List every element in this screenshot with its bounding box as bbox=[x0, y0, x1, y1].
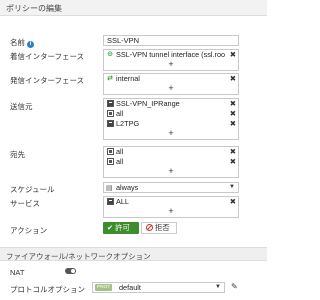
add-button[interactable]: + bbox=[104, 84, 238, 94]
source-list[interactable]: SSL-VPN_IPRange ✖ all ✖ L2TPG ✖ + bbox=[103, 98, 239, 140]
list-item[interactable]: all ✖ bbox=[104, 147, 238, 157]
outgoing-interface-list[interactable]: ⇄ internal ✖ + bbox=[103, 73, 239, 95]
remove-icon[interactable]: ✖ bbox=[230, 74, 236, 84]
address-icon bbox=[106, 158, 114, 166]
accept-button[interactable]: ✔ 許可 bbox=[103, 222, 139, 234]
action-label: アクション bbox=[10, 226, 48, 235]
remove-icon[interactable]: ✖ bbox=[230, 119, 236, 129]
list-item[interactable]: all ✖ bbox=[104, 157, 238, 167]
remove-icon[interactable]: ✖ bbox=[230, 157, 236, 167]
list-item[interactable]: ⊙ SSL-VPN tunnel interface (ssl.roo ✖ bbox=[104, 50, 238, 60]
list-item[interactable]: L2TPG ✖ bbox=[104, 119, 238, 129]
remove-icon[interactable]: ✖ bbox=[230, 99, 236, 109]
service-label: サービス bbox=[10, 199, 40, 208]
deny-icon bbox=[146, 224, 153, 231]
add-button[interactable]: + bbox=[104, 60, 238, 70]
schedule-select[interactable]: ▤ always ▼ bbox=[103, 182, 239, 193]
outgoing-interface-label: 発信インターフェース bbox=[10, 76, 85, 85]
protocol-badge: PROT bbox=[95, 284, 113, 291]
title-bar: ポリシーの編集 bbox=[0, 0, 267, 16]
list-item[interactable]: SSL-VPN_IPRange ✖ bbox=[104, 99, 238, 109]
list-item[interactable]: ⇄ internal ✖ bbox=[104, 74, 238, 84]
add-button[interactable]: + bbox=[104, 207, 238, 217]
remove-icon[interactable]: ✖ bbox=[230, 147, 236, 157]
address-range-icon bbox=[106, 100, 114, 108]
schedule-label: スケジュール bbox=[10, 185, 55, 194]
incoming-interface-list[interactable]: ⊙ SSL-VPN tunnel interface (ssl.roo ✖ + bbox=[103, 49, 239, 71]
chevron-down-icon: ▼ bbox=[215, 284, 221, 290]
name-input[interactable]: SSL-VPN bbox=[103, 35, 239, 46]
service-icon bbox=[106, 198, 114, 206]
remove-icon[interactable]: ✖ bbox=[230, 50, 236, 60]
ssl-tunnel-icon: ⊙ bbox=[107, 51, 113, 58]
nat-label: NAT bbox=[10, 268, 25, 277]
edit-pencil-icon[interactable]: ✎ bbox=[231, 282, 238, 291]
destination-label: 宛先 bbox=[10, 150, 25, 159]
protocol-option-select[interactable]: PROT default ▼ bbox=[92, 282, 225, 293]
check-icon: ✔ bbox=[107, 223, 114, 232]
add-button[interactable]: + bbox=[104, 129, 238, 139]
service-list[interactable]: ALL ✖ + bbox=[103, 196, 239, 218]
nat-toggle[interactable] bbox=[65, 268, 76, 274]
address-icon bbox=[106, 110, 114, 118]
destination-list[interactable]: all ✖ all ✖ + bbox=[103, 146, 239, 178]
page-title: ポリシーの編集 bbox=[6, 4, 62, 13]
add-button[interactable]: + bbox=[104, 167, 238, 177]
address-icon bbox=[106, 148, 114, 156]
user-group-icon bbox=[106, 120, 114, 128]
list-item[interactable]: ALL ✖ bbox=[104, 197, 238, 207]
remove-icon[interactable]: ✖ bbox=[230, 197, 236, 207]
chevron-down-icon: ▼ bbox=[229, 184, 235, 190]
name-label: 名前 i bbox=[10, 37, 34, 48]
source-label: 送信元 bbox=[10, 102, 33, 111]
info-icon[interactable]: i bbox=[27, 41, 34, 48]
list-item[interactable]: all ✖ bbox=[104, 109, 238, 119]
remove-icon[interactable]: ✖ bbox=[230, 109, 236, 119]
deny-button[interactable]: 拒否 bbox=[141, 222, 177, 234]
firewall-options-header: ファイアウォール/ネットワークオプション bbox=[0, 247, 267, 261]
protocol-option-label: プロトコルオプション bbox=[10, 285, 85, 294]
calendar-icon: ▤ bbox=[106, 185, 113, 192]
interface-port-icon: ⇄ bbox=[107, 75, 113, 82]
incoming-interface-label: 着信インターフェース bbox=[10, 52, 85, 61]
